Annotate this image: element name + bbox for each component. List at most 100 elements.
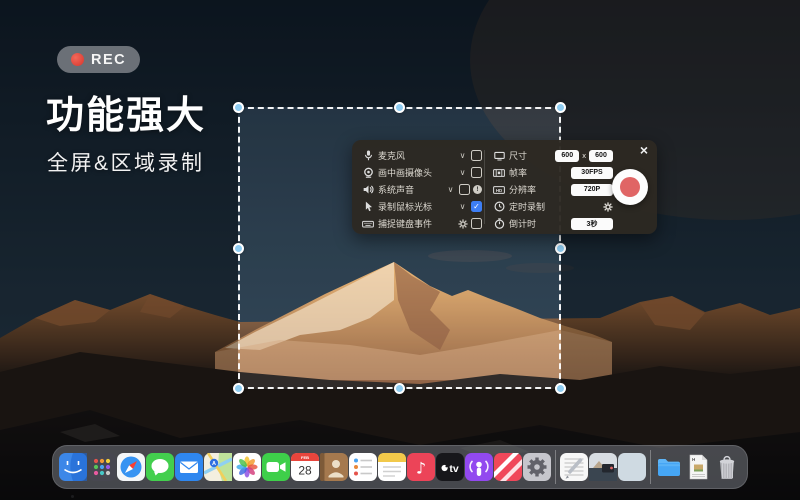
dock-item-safari[interactable] — [117, 453, 145, 481]
checkbox-unchecked[interactable] — [471, 218, 482, 229]
setting-label: 帧率 — [509, 166, 567, 179]
toggle-row-pip-camera: 画中画摄像头 ∨ — [362, 164, 482, 181]
selection-handle-top-right[interactable] — [555, 102, 566, 113]
dock-item-reminders[interactable] — [349, 453, 377, 481]
checkbox-unchecked[interactable] — [459, 184, 470, 195]
dock-item-finder[interactable] — [59, 453, 87, 481]
svg-text:tv: tv — [449, 463, 458, 475]
dock-item-textedit[interactable] — [560, 453, 588, 481]
countdown-value-button[interactable]: 3秒 — [571, 218, 613, 230]
checkbox-unchecked[interactable] — [471, 150, 482, 161]
toggle-label: 录制鼠标光标 — [378, 200, 454, 213]
selection-handle-middle-right[interactable] — [555, 243, 566, 254]
toggle-row-system-audio: 系统声音 ∨! — [362, 181, 482, 198]
hero-subtitle: 全屏&区域录制 — [47, 147, 205, 177]
resolution-value-button[interactable]: 720P — [571, 184, 613, 196]
selection-handle-top-left[interactable] — [233, 102, 244, 113]
toggle-row-microphone: 麦克风 ∨ — [362, 147, 482, 164]
setting-row-size: 尺寸 600x600 — [493, 147, 613, 164]
dock-item-mail[interactable] — [175, 453, 203, 481]
dock-item-blank-app[interactable] — [618, 453, 646, 481]
dock-item-facetime[interactable] — [262, 453, 290, 481]
selection-handle-bottom-center[interactable] — [394, 383, 405, 394]
svg-text:A: A — [212, 461, 216, 467]
dock-item-appletv[interactable]: tv — [436, 453, 464, 481]
selection-handle-middle-left[interactable] — [233, 243, 244, 254]
dock-item-messages[interactable] — [146, 453, 174, 481]
maps-icon: A — [204, 453, 232, 481]
svg-text:28: 28 — [298, 464, 312, 478]
toggle-row-mouse-cursor: 录制鼠标光标 ∨ ✓ — [362, 198, 482, 215]
dock-item-music[interactable]: ♪ — [407, 453, 435, 481]
setting-label: 倒计时 — [509, 217, 567, 230]
svg-text:HD: HD — [496, 187, 502, 192]
dock-item-folder[interactable] — [655, 453, 683, 481]
mail-icon — [175, 453, 203, 481]
info-icon[interactable]: ! — [473, 185, 482, 194]
system-audio-icon — [362, 184, 374, 195]
setting-label: 定时录制 — [509, 200, 599, 213]
toggle-label: 画中画摄像头 — [378, 166, 454, 179]
dock-item-trash[interactable] — [713, 453, 741, 481]
dock-item-photos[interactable] — [233, 453, 261, 481]
height-field[interactable]: 600 — [589, 150, 613, 162]
microphone-icon — [362, 150, 374, 161]
safari-icon — [117, 453, 145, 481]
folder-icon — [655, 453, 683, 481]
setting-row-resolution: HD分辨率720P — [493, 181, 613, 198]
dock-item-podcasts[interactable] — [465, 453, 493, 481]
selection-handle-bottom-left[interactable] — [233, 383, 244, 394]
dock-item-news[interactable] — [494, 453, 522, 481]
size-control: 600x600 — [555, 150, 613, 162]
countdown-icon — [493, 218, 505, 229]
size-icon — [493, 150, 505, 161]
selection-handle-top-center[interactable] — [394, 102, 405, 113]
screen: REC 功能强大 全屏&区域录制 麦克风∨画中画摄像头∨系统声音∨!录制鼠标光标… — [0, 0, 800, 500]
svg-text:FEB: FEB — [301, 455, 309, 460]
dock-item-settings[interactable] — [523, 453, 551, 481]
rec-badge-label: REC — [91, 52, 126, 68]
dock-item-maps[interactable]: A — [204, 453, 232, 481]
close-icon[interactable]: × — [640, 143, 648, 157]
notes-icon — [378, 453, 406, 481]
podcasts-icon — [465, 453, 493, 481]
setting-row-framerate: 帧率 30FPS — [493, 164, 613, 181]
launchpad-icon — [88, 453, 116, 481]
chevron-down-icon[interactable]: ∨ — [458, 202, 467, 211]
setting-row-timed-recording: 定时录制 — [493, 198, 613, 215]
chevron-down-icon[interactable]: ∨ — [446, 185, 455, 194]
checkbox-checked[interactable]: ✓ — [471, 201, 482, 212]
dock-divider — [647, 449, 654, 485]
gear-icon[interactable] — [458, 218, 467, 229]
textedit-icon — [560, 453, 588, 481]
reminders-icon — [349, 453, 377, 481]
dock-item-notes[interactable] — [378, 453, 406, 481]
dock-item-launchpad[interactable] — [88, 453, 116, 481]
timed-recording-icon — [493, 201, 505, 212]
svg-text:♪: ♪ — [416, 459, 426, 478]
setting-label: 尺寸 — [509, 149, 551, 162]
size-separator: x — [582, 151, 586, 160]
dock-item-calendar[interactable]: FEB 28 — [291, 453, 319, 481]
selection-handle-bottom-right[interactable] — [555, 383, 566, 394]
toggle-label: 麦克风 — [378, 149, 454, 162]
dock-item-document[interactable]: H — [684, 453, 712, 481]
photos-icon — [233, 453, 261, 481]
dock: A FEB 28 ♪ tv H — [52, 445, 748, 489]
dock-item-screenshot-app[interactable] — [589, 453, 617, 481]
chevron-down-icon[interactable]: ∨ — [458, 151, 467, 160]
record-button[interactable] — [612, 169, 648, 205]
gear-icon[interactable] — [603, 202, 613, 212]
checkbox-unchecked[interactable] — [471, 167, 482, 178]
keyboard-icon — [362, 218, 374, 229]
dock-divider — [552, 449, 559, 485]
toggle-label: 捕捉键盘事件 — [378, 217, 454, 230]
toggle-label: 系统声音 — [378, 183, 442, 196]
news-icon — [494, 453, 522, 481]
chevron-down-icon[interactable]: ∨ — [458, 168, 467, 177]
mouse-cursor-icon — [362, 201, 374, 212]
framerate-value-button[interactable]: 30FPS — [571, 167, 613, 179]
dock-item-contacts[interactable] — [320, 453, 348, 481]
panel-settings-column: 尺寸 600x600 帧率 30FPS HD分辨率720P 定时录制倒计时 3秒 — [493, 147, 613, 232]
width-field[interactable]: 600 — [555, 150, 579, 162]
